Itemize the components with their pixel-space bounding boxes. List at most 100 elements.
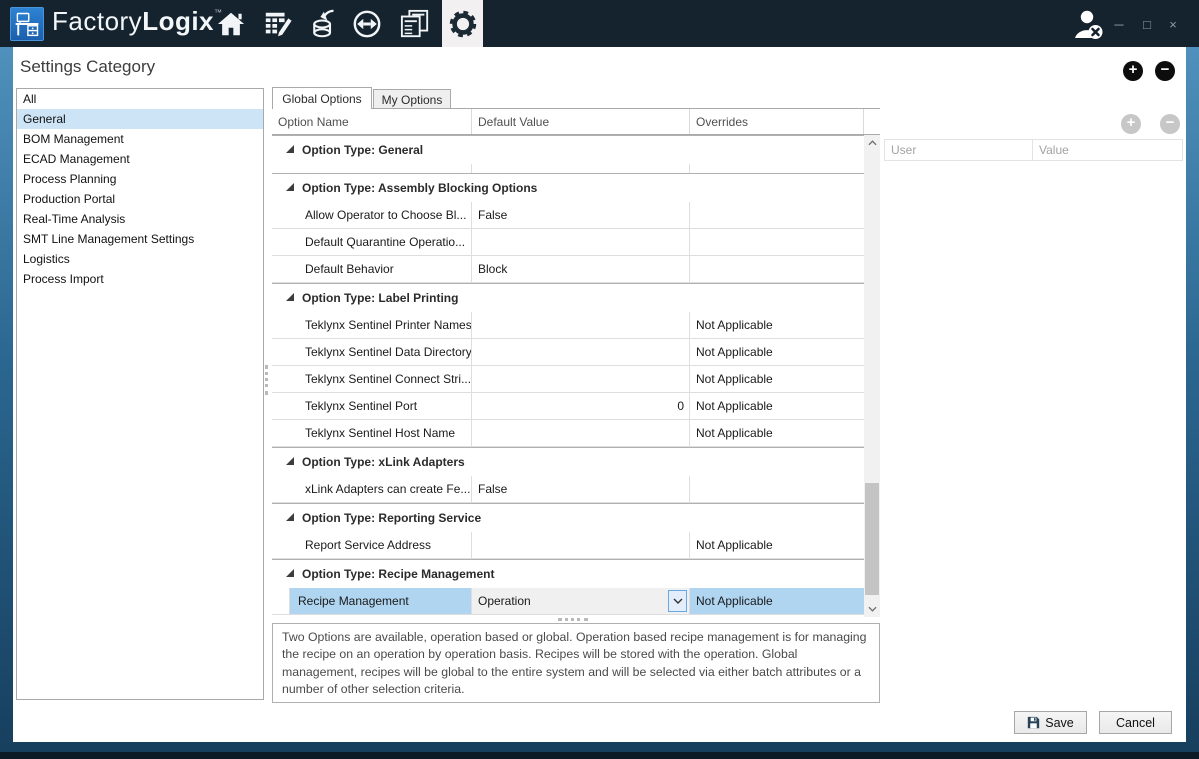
- option-value[interactable]: [472, 420, 690, 447]
- option-overrides: Not Applicable: [690, 393, 864, 420]
- partial-row: [272, 164, 864, 173]
- option-name[interactable]: Default Quarantine Operatio...: [272, 229, 472, 256]
- option-row[interactable]: Default BehaviorBlock: [272, 256, 864, 283]
- option-row[interactable]: xLink Adapters can create Fe...False: [272, 476, 864, 503]
- collapse-triangle-icon[interactable]: [286, 293, 294, 301]
- user-logout-icon[interactable]: [1071, 9, 1105, 40]
- option-overrides: Not Applicable: [690, 588, 864, 615]
- option-name[interactable]: Teklynx Sentinel Data Directory: [272, 339, 472, 366]
- option-row[interactable]: Teklynx Sentinel Connect Stri...Not Appl…: [272, 366, 864, 393]
- dropdown-selected-value: Operation: [478, 594, 531, 608]
- column-header-default-value[interactable]: Default Value: [472, 109, 690, 134]
- option-group-header[interactable]: Option Type: Reporting Service: [272, 503, 864, 532]
- option-description: Two Options are available, operation bas…: [272, 623, 880, 703]
- tab-global-options[interactable]: Global Options: [272, 87, 372, 109]
- option-value[interactable]: [472, 339, 690, 366]
- remove-category-minus-icon[interactable]: −: [1155, 61, 1175, 81]
- option-name[interactable]: Recipe Management: [290, 588, 472, 615]
- horizontal-splitter[interactable]: [558, 618, 588, 621]
- option-row[interactable]: Report Service AddressNot Applicable: [272, 532, 864, 559]
- option-row-selected[interactable]: Recipe Management Operation Not Applicable: [272, 588, 864, 615]
- settings-gear-icon[interactable]: [442, 0, 483, 47]
- option-row[interactable]: Default Quarantine Operatio...: [272, 229, 864, 256]
- option-row[interactable]: Teklynx Sentinel Port0Not Applicable: [272, 393, 864, 420]
- option-value[interactable]: False: [472, 202, 690, 229]
- collapse-triangle-icon[interactable]: [286, 569, 294, 577]
- option-value[interactable]: 0: [472, 393, 690, 420]
- chevron-down-icon[interactable]: [668, 590, 687, 612]
- materials-icon[interactable]: [308, 9, 338, 39]
- sidebar-item-all[interactable]: All: [17, 89, 263, 109]
- option-value[interactable]: [472, 312, 690, 339]
- scroll-up-icon[interactable]: [864, 135, 880, 151]
- column-header-overrides[interactable]: Overrides: [690, 109, 864, 134]
- option-value[interactable]: [472, 229, 690, 256]
- option-name[interactable]: Teklynx Sentinel Host Name: [272, 420, 472, 447]
- option-value[interactable]: [472, 532, 690, 559]
- option-name[interactable]: Default Behavior: [272, 256, 472, 283]
- option-overrides: [690, 256, 864, 283]
- sidebar-item-bom-management[interactable]: BOM Management: [17, 129, 263, 149]
- column-header-option-name[interactable]: Option Name: [272, 109, 472, 134]
- home-icon[interactable]: [216, 9, 246, 39]
- sidebar-item-process-planning[interactable]: Process Planning: [17, 169, 263, 189]
- option-name[interactable]: Allow Operator to Choose Bl...: [272, 202, 472, 229]
- page-title: Settings Category: [20, 57, 155, 77]
- option-group-header[interactable]: Option Type: Label Printing: [272, 283, 864, 312]
- option-row[interactable]: Teklynx Sentinel Printer NamesNot Applic…: [272, 312, 864, 339]
- title-bar: FactoryLogix™: [0, 0, 1199, 47]
- table-scrollbar[interactable]: [864, 135, 880, 617]
- brand-text: FactoryLogix™: [52, 6, 223, 37]
- collapse-triangle-icon[interactable]: [286, 145, 294, 153]
- close-button[interactable]: ×: [1162, 13, 1184, 35]
- option-value[interactable]: Block: [472, 256, 690, 283]
- option-group-header[interactable]: Option Type: Recipe Management: [272, 559, 864, 588]
- app-logo-icon[interactable]: [10, 7, 44, 41]
- column-header-user[interactable]: User: [885, 140, 1033, 160]
- sidebar-item-general[interactable]: General: [17, 109, 263, 129]
- sidebar-item-production-portal[interactable]: Production Portal: [17, 189, 263, 209]
- reports-icon[interactable]: [398, 9, 432, 39]
- scroll-down-icon[interactable]: [864, 601, 880, 617]
- option-row[interactable]: Allow Operator to Choose Bl...False: [272, 202, 864, 229]
- vertical-splitter[interactable]: [265, 365, 268, 395]
- option-row[interactable]: Teklynx Sentinel Data DirectoryNot Appli…: [272, 339, 864, 366]
- option-name[interactable]: Report Service Address: [272, 532, 472, 559]
- option-overrides: [690, 229, 864, 256]
- option-name[interactable]: Teklynx Sentinel Port: [272, 393, 472, 420]
- option-group-header[interactable]: Option Type: Assembly Blocking Options: [272, 173, 864, 202]
- option-group-header[interactable]: Option Type: xLink Adapters: [272, 447, 864, 476]
- option-value-dropdown[interactable]: Operation: [472, 588, 690, 615]
- maximize-button[interactable]: □: [1136, 13, 1158, 35]
- collapse-triangle-icon[interactable]: [286, 183, 294, 191]
- add-category-plus-icon[interactable]: +: [1123, 61, 1143, 81]
- group-label: Option Type: xLink Adapters: [302, 455, 465, 469]
- save-button[interactable]: Save: [1014, 711, 1087, 734]
- data-transfer-icon[interactable]: [352, 9, 382, 39]
- option-row[interactable]: Teklynx Sentinel Host Name Not Applicable: [272, 420, 864, 447]
- minimize-button[interactable]: ─: [1108, 13, 1130, 35]
- sidebar-item-real-time-analysis[interactable]: Real-Time Analysis: [17, 209, 263, 229]
- cancel-button[interactable]: Cancel: [1099, 711, 1172, 734]
- option-name[interactable]: Teklynx Sentinel Printer Names: [272, 312, 472, 339]
- tab-my-options[interactable]: My Options: [373, 89, 451, 109]
- overrides-panel-header: User Value: [884, 139, 1183, 161]
- collapse-triangle-icon[interactable]: [286, 457, 294, 465]
- add-override-plus-icon[interactable]: +: [1121, 114, 1141, 134]
- remove-override-minus-icon[interactable]: −: [1160, 114, 1180, 134]
- option-value[interactable]: False: [472, 476, 690, 503]
- process-plan-icon[interactable]: [263, 9, 293, 39]
- option-name[interactable]: Teklynx Sentinel Connect Stri...: [272, 366, 472, 393]
- sidebar-item-smt-line-management-settings[interactable]: SMT Line Management Settings: [17, 229, 263, 249]
- option-overrides: Not Applicable: [690, 420, 864, 447]
- group-label: Option Type: Reporting Service: [302, 511, 481, 525]
- collapse-triangle-icon[interactable]: [286, 513, 294, 521]
- sidebar-item-logistics[interactable]: Logistics: [17, 249, 263, 269]
- option-name[interactable]: xLink Adapters can create Fe...: [272, 476, 472, 503]
- scrollbar-thumb[interactable]: [865, 483, 879, 595]
- column-header-value[interactable]: Value: [1033, 140, 1182, 160]
- sidebar-item-ecad-management[interactable]: ECAD Management: [17, 149, 263, 169]
- option-group-header[interactable]: Option Type: General: [272, 135, 864, 164]
- sidebar-item-process-import[interactable]: Process Import: [17, 269, 263, 289]
- option-value[interactable]: [472, 366, 690, 393]
